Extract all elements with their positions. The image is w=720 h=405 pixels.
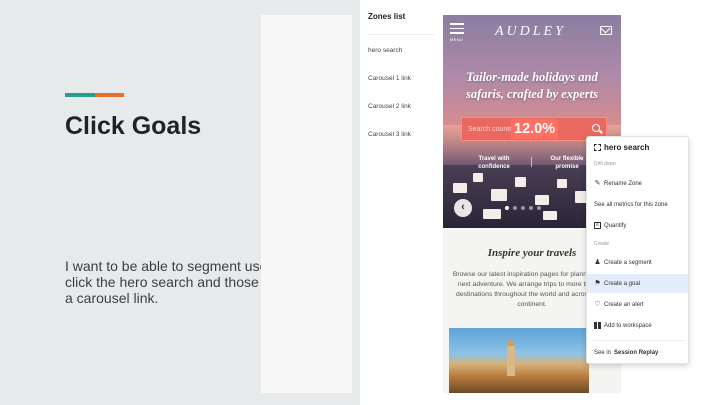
- quantify-label: Quantify: [604, 222, 627, 229]
- hero-headline: Tailor-made holidays and safaris, crafte…: [443, 69, 621, 103]
- carousel-dot[interactable]: [537, 206, 541, 210]
- create-alert-item[interactable]: ♡ Create an alert: [587, 295, 688, 314]
- create-segment-item[interactable]: ♟ Create a segment: [587, 253, 688, 272]
- grid-icon: [594, 322, 601, 329]
- create-label: Create: [594, 241, 610, 247]
- carousel-dot[interactable]: [521, 206, 525, 210]
- carousel-dot[interactable]: [513, 206, 517, 210]
- hamburger-icon[interactable]: MENU: [450, 23, 464, 42]
- mail-icon[interactable]: [600, 26, 612, 35]
- carousel-dot[interactable]: [529, 206, 533, 210]
- zones-list-title: Zones list: [368, 12, 406, 21]
- slide-title: Click Goals: [65, 112, 202, 140]
- create-goal-label: Create a goal: [604, 280, 641, 287]
- see-all-metrics-item[interactable]: See all metrics for this zone: [587, 195, 688, 214]
- zone-item-carousel-3[interactable]: Carousel 3 link: [368, 118, 440, 146]
- carousel-dot[interactable]: [505, 206, 509, 210]
- hero-headline-line-1: Tailor-made holidays and: [466, 70, 598, 84]
- session-replay-label: Session Replay: [614, 349, 659, 356]
- see-in-label: See in: [594, 349, 612, 356]
- title-accent-bar: [65, 93, 124, 97]
- drill-down-label: Drill down: [594, 161, 616, 167]
- rename-zone-item[interactable]: ✎ Rename Zone: [587, 174, 688, 193]
- users-icon: ♟: [594, 259, 601, 266]
- flag-icon: ⚑: [594, 280, 601, 287]
- hero-headline-line-2: safaris, crafted by experts: [466, 87, 598, 101]
- create-alert-label: Create an alert: [604, 301, 644, 308]
- focus-icon: [594, 144, 601, 151]
- calculator-icon: ≡: [594, 222, 601, 229]
- add-workspace-label: Add to workspace: [604, 322, 652, 329]
- zones-divider: [368, 34, 434, 35]
- create-segment-label: Create a segment: [604, 259, 652, 266]
- travel-confidence-link[interactable]: Travel with confidence: [467, 155, 521, 171]
- carousel-dots: [505, 206, 541, 210]
- quantify-item[interactable]: ≡ Quantify: [587, 216, 688, 235]
- zone-item-hero-search[interactable]: hero search: [368, 34, 440, 62]
- carousel-prev-button[interactable]: ‹: [454, 199, 472, 217]
- accent-orange: [95, 93, 124, 97]
- menu-label: MENU: [450, 36, 463, 42]
- pencil-icon: ✎: [594, 180, 601, 187]
- click-percentage-badge: 12.0%: [511, 119, 559, 139]
- zone-item-carousel-1[interactable]: Carousel 1 link: [368, 62, 440, 90]
- zone-item-carousel-2[interactable]: Carousel 2 link: [368, 90, 440, 118]
- add-workspace-item[interactable]: Add to workspace: [587, 316, 688, 335]
- search-icon[interactable]: [592, 124, 600, 132]
- accent-teal: [65, 93, 95, 97]
- site-logo[interactable]: AUDLEY: [495, 24, 566, 40]
- context-menu-title: hero search: [604, 143, 650, 152]
- bell-icon: ♡: [594, 301, 601, 308]
- create-goal-item[interactable]: ⚑ Create a goal: [587, 274, 688, 293]
- context-menu-header: hero search: [594, 143, 649, 152]
- flexible-promise-link[interactable]: Our flexible promise: [543, 155, 591, 171]
- carousel-card-image[interactable]: [449, 328, 589, 393]
- rename-zone-label: Rename Zone: [604, 180, 643, 187]
- canvas-background: [261, 15, 352, 393]
- zones-list: Zones list hero search Carousel 1 link C…: [368, 12, 440, 146]
- session-replay-item[interactable]: See in Session Replay: [587, 343, 688, 362]
- zone-context-menu: hero search Drill down ✎ Rename Zone See…: [586, 136, 689, 364]
- see-all-metrics-label: See all metrics for this zone: [594, 201, 668, 208]
